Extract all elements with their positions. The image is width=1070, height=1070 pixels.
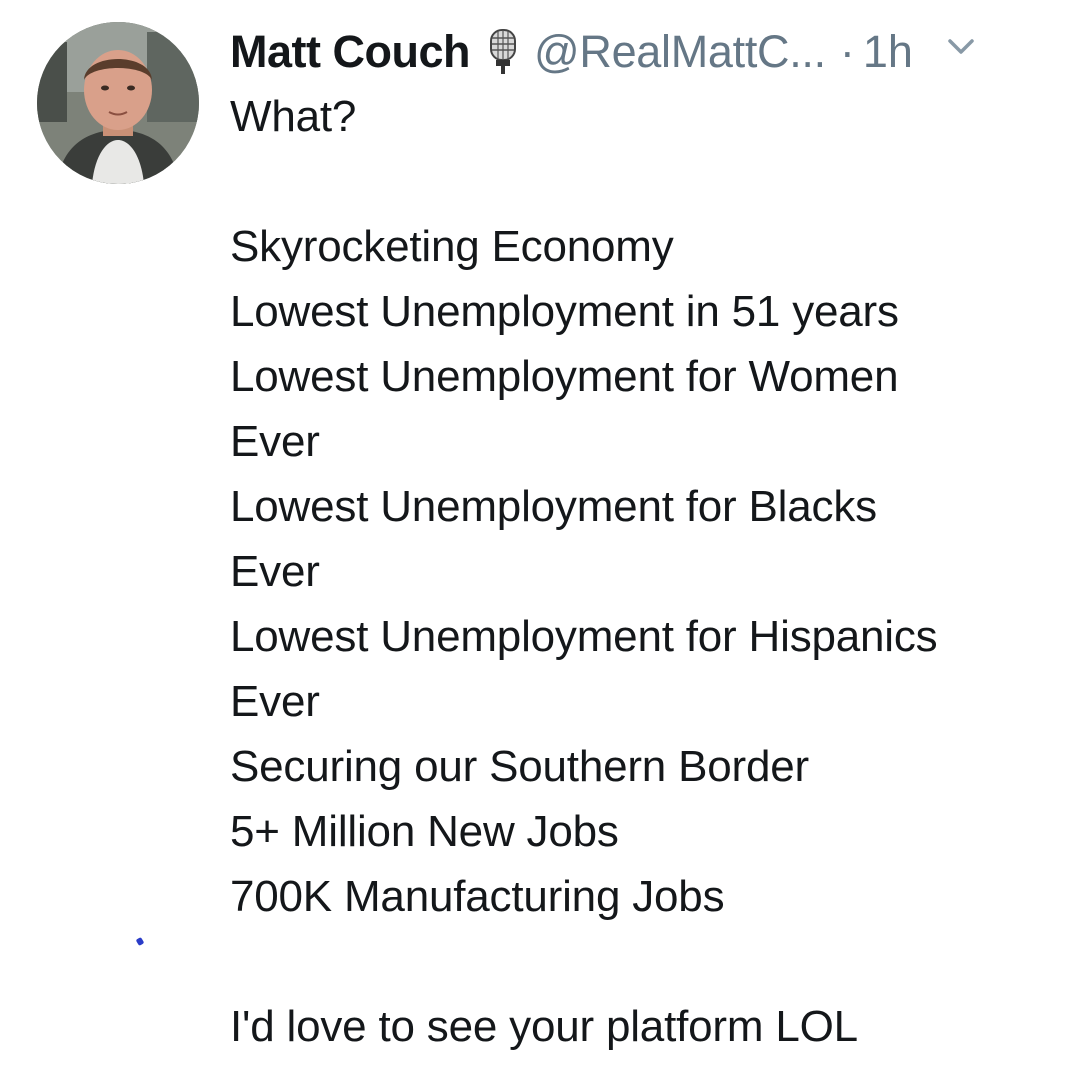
tweet-text-line: Lowest Unemployment for Women (230, 352, 899, 401)
chevron-down-icon[interactable] (947, 37, 975, 57)
stray-mark (135, 936, 145, 947)
separator-dot: · (839, 26, 855, 77)
author-display-name[interactable]: Matt Couch (230, 26, 470, 78)
tweet-text-line: I'd love to see your platform LOL (230, 1002, 858, 1051)
tweet-text-line: Lowest Unemployment for Blacks (230, 482, 877, 531)
avatar-photo (37, 22, 199, 184)
tweet-text-line: Skyrocketing Economy (230, 222, 674, 271)
tweet-text-line: What? (230, 92, 357, 141)
tweet-timestamp[interactable]: 1h (863, 26, 913, 78)
tweet-header: Matt Couch @RealMattC... · 1h (230, 22, 1050, 82)
author-handle[interactable]: @RealMattC... (534, 26, 826, 78)
tweet-text-line: Ever (230, 677, 320, 726)
tweet-text-line: Lowest Unemployment in 51 years (230, 287, 899, 336)
tweet-text-line: Ever (230, 417, 320, 466)
tweet-text-line: Securing our Southern Border (230, 742, 809, 791)
tweet-text: What? Skyrocketing Economy Lowest Unempl… (230, 84, 1050, 1059)
tweet-text-line: Lowest Unemployment for Hispanics (230, 612, 938, 661)
tweet: Matt Couch @RealMattC... · 1h What? Skyr… (0, 0, 1070, 1070)
tweet-text-line: 700K Manufacturing Jobs (230, 872, 725, 921)
avatar[interactable] (37, 22, 199, 184)
tweet-text-line: 5+ Million New Jobs (230, 807, 619, 856)
tweet-text-line: Ever (230, 547, 320, 596)
microphone-icon (488, 28, 518, 76)
